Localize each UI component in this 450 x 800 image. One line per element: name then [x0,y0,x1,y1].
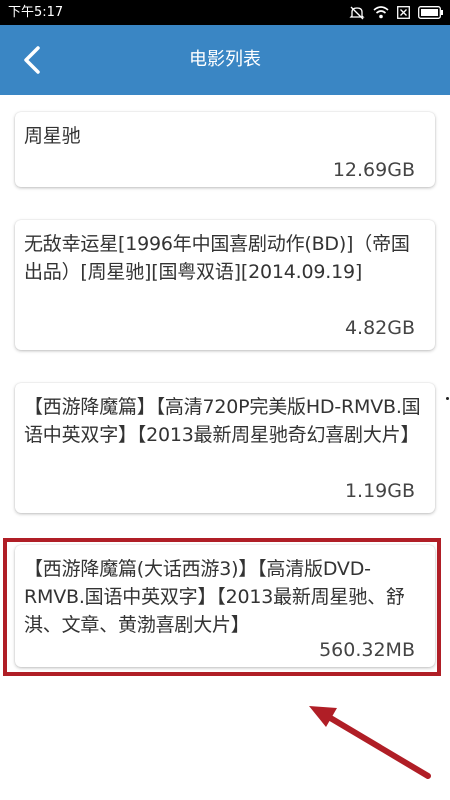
app-bar: 电影列表 [0,25,450,95]
movie-item[interactable]: 周星驰 12.69GB [15,112,435,187]
status-bar: 下午5:17 [0,0,450,25]
battery-icon [418,6,443,19]
back-button[interactable] [12,40,52,80]
movie-title: 【西游降魔篇】【高清720P完美版HD-RMVB.国语中英双字】【2013最新周… [24,396,421,446]
movie-size: 4.82GB [344,317,415,339]
movie-title: 周星驰 [24,125,81,147]
movie-item[interactable]: 【西游降魔篇(大话西游3)】【高清版DVD-RMVB.国语中英双字】【2013最… [15,545,435,667]
mute-icon [349,6,365,19]
chevron-left-icon [24,46,40,74]
status-icons [349,5,444,20]
scroll-indicator-dot [446,397,449,400]
movie-item[interactable]: 【西游降魔篇】【高清720P完美版HD-RMVB.国语中英双字】【2013最新周… [15,383,435,513]
no-sim-icon [397,6,410,19]
wifi-icon [373,6,389,19]
movie-size: 12.69GB [332,159,415,181]
page-title: 电影列表 [189,49,261,70]
status-time: 下午5:17 [8,5,64,20]
movie-item[interactable]: 无敌幸运星[1996年中国喜剧动作(BD)]（帝国出品）[周星驰][国粤双语][… [15,220,435,350]
movie-size: 1.19GB [344,480,415,502]
movie-size: 560.32MB [319,639,415,661]
movie-title: 【西游降魔篇(大话西游3)】【高清版DVD-RMVB.国语中英双字】【2013最… [24,558,405,636]
movie-title: 无敌幸运星[1996年中国喜剧动作(BD)]（帝国出品）[周星驰][国粤双语][… [24,233,410,283]
